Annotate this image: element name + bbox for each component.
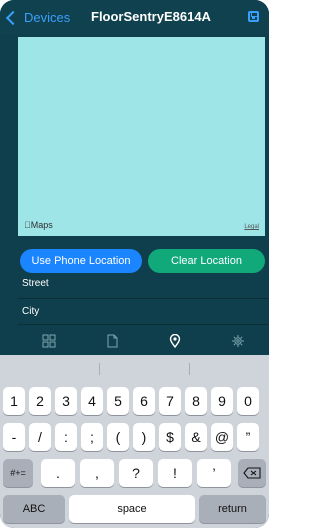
key-exclamation[interactable]: !: [158, 459, 192, 487]
grid-icon: [42, 334, 56, 348]
key-quote[interactable]: ”: [237, 423, 259, 451]
divider: [18, 324, 269, 325]
keyboard-row-3: #+= . , ? ! ’: [0, 459, 269, 487]
apple-logo-icon: : [24, 220, 31, 230]
key-1[interactable]: 1: [3, 387, 25, 415]
map-view[interactable]: Maps Legal: [18, 37, 265, 236]
tab-document[interactable]: [104, 333, 120, 349]
chevron-left-icon: [5, 10, 21, 25]
key-9[interactable]: 9: [211, 387, 233, 415]
prediction-separator: [189, 363, 190, 375]
gear-icon: [231, 335, 244, 347]
app-screen: Devices FloorSentryE8614A Maps Legal Us…: [0, 0, 269, 528]
key-slash[interactable]: /: [29, 423, 51, 451]
key-5[interactable]: 5: [107, 387, 129, 415]
location-pin-icon: [169, 334, 181, 348]
key-hyphen[interactable]: -: [3, 423, 25, 451]
keyboard-row-2: - / : ; ( ) $ & @ ”: [0, 423, 269, 451]
street-field[interactable]: Street: [22, 278, 49, 289]
keyboard-row-1: 1 2 3 4 5 6 7 8 9 0: [0, 387, 269, 415]
prediction-bar: [0, 355, 269, 381]
tab-bar: [18, 328, 269, 354]
key-3[interactable]: 3: [55, 387, 77, 415]
tab-grid[interactable]: [41, 333, 57, 349]
key-open-paren[interactable]: (: [107, 423, 129, 451]
key-close-paren[interactable]: ): [133, 423, 155, 451]
key-abc[interactable]: ABC: [3, 495, 65, 523]
clear-location-button[interactable]: Clear Location: [148, 249, 265, 273]
key-4[interactable]: 4: [81, 387, 103, 415]
back-button[interactable]: Devices: [5, 10, 71, 25]
key-6[interactable]: 6: [133, 387, 155, 415]
key-8[interactable]: 8: [185, 387, 207, 415]
keyboard: 1 2 3 4 5 6 7 8 9 0 - / : ; ( ) $ & @ ” …: [0, 355, 269, 528]
key-2[interactable]: 2: [29, 387, 51, 415]
use-phone-location-button[interactable]: Use Phone Location: [20, 249, 142, 273]
key-question[interactable]: ?: [119, 459, 153, 487]
key-period[interactable]: .: [41, 459, 75, 487]
navigation-bar: Devices FloorSentryE8614A: [0, 0, 269, 34]
legal-link[interactable]: Legal: [244, 224, 259, 230]
key-at[interactable]: @: [211, 423, 233, 451]
key-0[interactable]: 0: [237, 387, 259, 415]
key-more-symbols[interactable]: #+=: [3, 459, 33, 487]
divider: [18, 298, 269, 299]
key-apostrophe[interactable]: ’: [197, 459, 231, 487]
keyboard-row-4: ABC space return: [0, 495, 269, 523]
prediction-separator: [99, 363, 100, 375]
device-title: FloorSentryE8614A: [91, 9, 211, 24]
key-ampersand[interactable]: &: [185, 423, 207, 451]
city-field[interactable]: City: [22, 306, 39, 317]
tab-settings[interactable]: [230, 333, 246, 349]
key-colon[interactable]: :: [55, 423, 77, 451]
key-7[interactable]: 7: [159, 387, 181, 415]
document-icon: [107, 334, 118, 348]
key-space[interactable]: space: [69, 495, 195, 523]
tab-location[interactable]: [167, 333, 183, 349]
maps-logo: Maps: [24, 220, 53, 230]
key-comma[interactable]: ,: [80, 459, 114, 487]
save-icon[interactable]: [248, 11, 259, 22]
backspace-key[interactable]: [238, 459, 266, 487]
key-semicolon[interactable]: ;: [81, 423, 103, 451]
backspace-icon: [243, 467, 261, 479]
back-label: Devices: [24, 10, 71, 25]
key-dollar[interactable]: $: [159, 423, 181, 451]
key-return[interactable]: return: [199, 495, 266, 523]
